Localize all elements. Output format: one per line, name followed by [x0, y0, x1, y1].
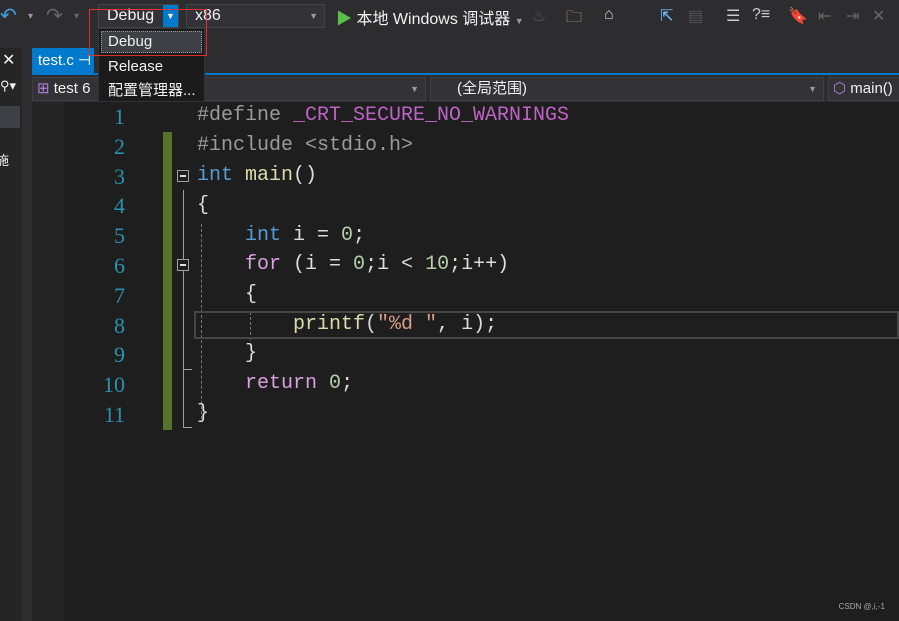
prev-bookmark-icon[interactable]: ⇤	[818, 6, 831, 26]
start-debugger-button[interactable]: ▶ 本地 Windows 调试器 ▼	[336, 5, 524, 29]
undo-icon[interactable]: ↶	[0, 3, 17, 28]
panel-item[interactable]	[0, 106, 20, 128]
change-indicator-bar	[163, 132, 172, 430]
code-line: int main()	[197, 164, 318, 187]
tab-label: test.c	[38, 52, 74, 69]
code-line: printf("%d ", i);	[293, 313, 498, 336]
project-combo[interactable]: ⊞ test 6 ▼	[32, 77, 426, 101]
watermark: CSDN @,i,-1	[838, 602, 885, 611]
left-panel: ✕ ⚲▾ 施	[0, 48, 22, 621]
member-label: main()	[850, 80, 893, 97]
function-icon: ⬡	[833, 80, 847, 97]
play-icon: ▶	[336, 11, 353, 28]
scope-combo[interactable]: (全局范围) ▼	[430, 77, 824, 101]
line-number: 6	[114, 253, 125, 278]
code-line: for (i = 0;i < 10;i++)	[245, 253, 510, 276]
indent-icon[interactable]: ☰	[726, 6, 740, 26]
code-line: {	[197, 283, 258, 306]
solution-config-combo[interactable]: Debug ▼	[98, 4, 179, 28]
scope-label: (全局范围)	[457, 80, 527, 97]
project-label: test 6	[53, 80, 91, 97]
undo-dropdown-icon[interactable]: ▾	[28, 11, 33, 22]
config-value: Debug	[107, 7, 155, 24]
config-dropdown-menu: Debug Release 配置管理器...	[98, 28, 205, 102]
redo-icon[interactable]: ↷	[46, 3, 63, 28]
code-line: return 0;	[245, 372, 354, 395]
home-icon[interactable]: ⌂	[604, 6, 614, 24]
line-number: 7	[114, 282, 125, 308]
menu-item-config-manager[interactable]: 配置管理器...	[99, 79, 204, 103]
pane-icon[interactable]: ▤	[688, 6, 703, 26]
next-bookmark-icon[interactable]: ⇥	[846, 6, 859, 26]
line-number: 11	[103, 402, 125, 427]
line-number: 3	[114, 163, 125, 189]
platform-combo[interactable]: x86 ▼	[186, 4, 325, 28]
clear-bookmarks-icon[interactable]: ✕	[872, 6, 885, 26]
tab-test-c[interactable]: test.c ⊣	[32, 48, 94, 74]
chevron-down-icon: ▼	[514, 16, 524, 26]
line-number: 9	[114, 342, 125, 368]
line-number: 4	[114, 193, 125, 219]
close-icon[interactable]: ✕	[2, 50, 15, 70]
line-number: 2	[114, 133, 125, 159]
collapse-icon[interactable]	[177, 170, 189, 182]
find-in-files-icon[interactable]: 🗀	[566, 6, 582, 33]
collapse-icon[interactable]	[177, 259, 189, 271]
panel-text: 施	[0, 153, 10, 168]
code-line: {	[197, 194, 210, 217]
redo-dropdown-icon[interactable]: ▾	[74, 11, 79, 22]
chevron-down-icon: ▼	[808, 84, 817, 94]
hot-reload-icon[interactable]: ♨	[532, 6, 546, 26]
platform-value: x86	[195, 7, 221, 24]
menu-item-release[interactable]: Release	[99, 55, 204, 79]
pin-icon[interactable]: ⚲▾	[0, 78, 16, 94]
code-line: }	[197, 342, 258, 365]
pin-icon[interactable]: ⊣	[78, 52, 91, 69]
code-line: #define _CRT_SECURE_NO_WARNINGS	[197, 104, 570, 127]
code-line: int i = 0;	[245, 224, 366, 247]
line-number: 8	[114, 312, 125, 338]
bookmark-icon[interactable]: 🔖	[788, 6, 808, 26]
line-number: 10	[103, 372, 125, 398]
code-line: #include <stdio.h>	[197, 134, 414, 157]
code-line: }	[197, 402, 210, 425]
project-icon: ⊞	[37, 80, 50, 97]
chevron-down-icon: ▼	[410, 84, 419, 94]
code-editor[interactable]	[64, 102, 899, 621]
run-label: 本地 Windows 调试器	[356, 11, 511, 28]
line-number: 5	[114, 223, 125, 249]
member-combo[interactable]: ⬡ main()	[828, 77, 899, 101]
gutter	[32, 102, 64, 621]
menu-item-debug[interactable]: Debug	[101, 31, 202, 53]
line-number: 1	[114, 104, 125, 129]
chevron-down-icon[interactable]: ▼	[163, 5, 178, 27]
select-icon[interactable]: ⇱	[660, 6, 673, 26]
chevron-down-icon: ▼	[309, 11, 318, 21]
comment-icon[interactable]: ?≡	[752, 6, 770, 24]
